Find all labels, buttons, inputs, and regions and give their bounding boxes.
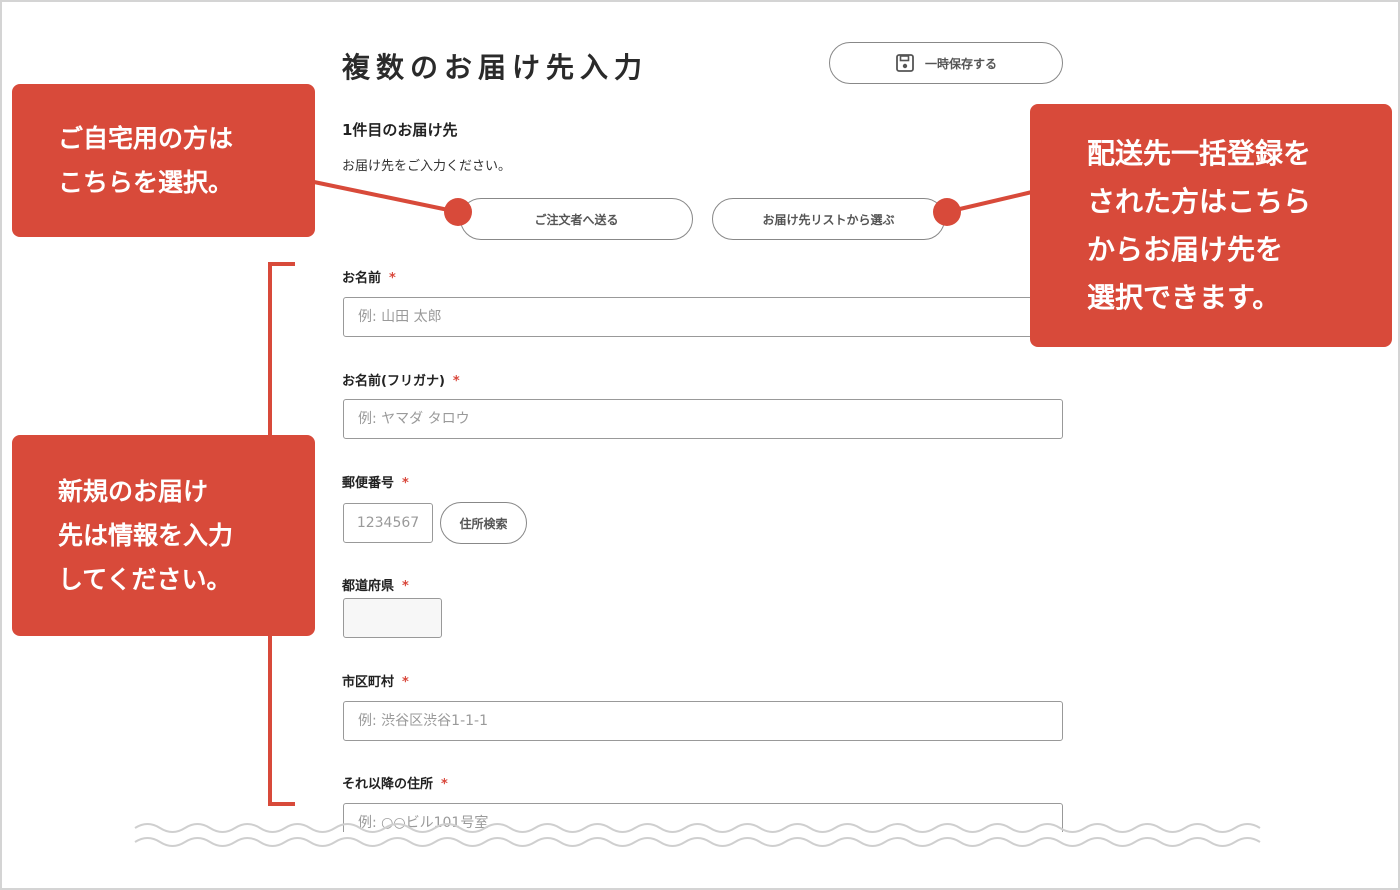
prefecture-label-text: 都道府県 xyxy=(342,579,395,594)
address-search-button[interactable]: 住所検索 xyxy=(440,502,527,544)
zip-label: 郵便番号 * xyxy=(342,472,409,491)
name-label: お名前 * xyxy=(342,267,396,286)
floppy-disk-icon xyxy=(896,54,914,72)
callout-delivery-list: 配送先一括登録を された方はこちら からお届け先を 選択できます。 xyxy=(1030,104,1392,347)
section-description: お届け先をご入力ください。 xyxy=(342,159,512,174)
callout-home-delivery: ご自宅用の方は こちらを選択。 xyxy=(12,84,315,237)
prefecture-label: 都道府県 * xyxy=(342,575,409,594)
connector-line-list xyxy=(946,190,1033,214)
section-title: 1件目のお届け先 xyxy=(342,121,458,139)
required-mark: * xyxy=(452,374,460,389)
required-mark: * xyxy=(441,777,448,792)
callout-home-text: ご自宅用の方は こちらを選択。 xyxy=(58,123,234,197)
address-label: それ以降の住所 * xyxy=(342,773,448,792)
city-label: 市区町村 * xyxy=(342,671,409,690)
city-label-text: 市区町村 xyxy=(342,675,395,690)
cutoff-mask xyxy=(2,832,1398,888)
kana-label-text: お名前(フリガナ) xyxy=(342,374,445,389)
choose-from-list-button[interactable]: お届け先リストから選ぶ xyxy=(712,198,945,240)
callout-new-address: 新規のお届け 先は情報を入力 してください。 xyxy=(12,435,315,636)
callout-new-text: 新規のお届け 先は情報を入力 してください。 xyxy=(58,476,234,594)
zip-label-text: 郵便番号 xyxy=(342,476,395,491)
zip-input[interactable] xyxy=(343,503,433,543)
city-input[interactable] xyxy=(343,701,1063,741)
connector-line-home xyxy=(313,180,459,214)
required-mark: * xyxy=(402,675,409,690)
temporary-save-button[interactable]: 一時保存する xyxy=(829,42,1063,84)
kana-label: お名前(フリガナ) * xyxy=(342,370,460,389)
name-label-text: お名前 xyxy=(342,271,382,286)
page-title: 複数のお届け先入力 xyxy=(342,51,649,84)
name-input[interactable] xyxy=(343,297,1063,337)
prefecture-select[interactable] xyxy=(343,598,442,638)
callout-list-text: 配送先一括登録を された方はこちら からお届け先を 選択できます。 xyxy=(1087,136,1312,314)
required-mark: * xyxy=(402,579,409,594)
address-label-text: それ以降の住所 xyxy=(342,777,434,792)
required-mark: * xyxy=(389,271,396,286)
screenshot-frame: 複数のお届け先入力 一時保存する 1件目のお届け先 お届け先をご入力ください。 … xyxy=(0,0,1400,890)
required-mark: * xyxy=(402,476,409,491)
save-button-label: 一時保存する xyxy=(924,56,997,71)
send-to-orderer-button[interactable]: ご注文者へ送る xyxy=(460,198,693,240)
kana-input[interactable] xyxy=(343,399,1063,439)
